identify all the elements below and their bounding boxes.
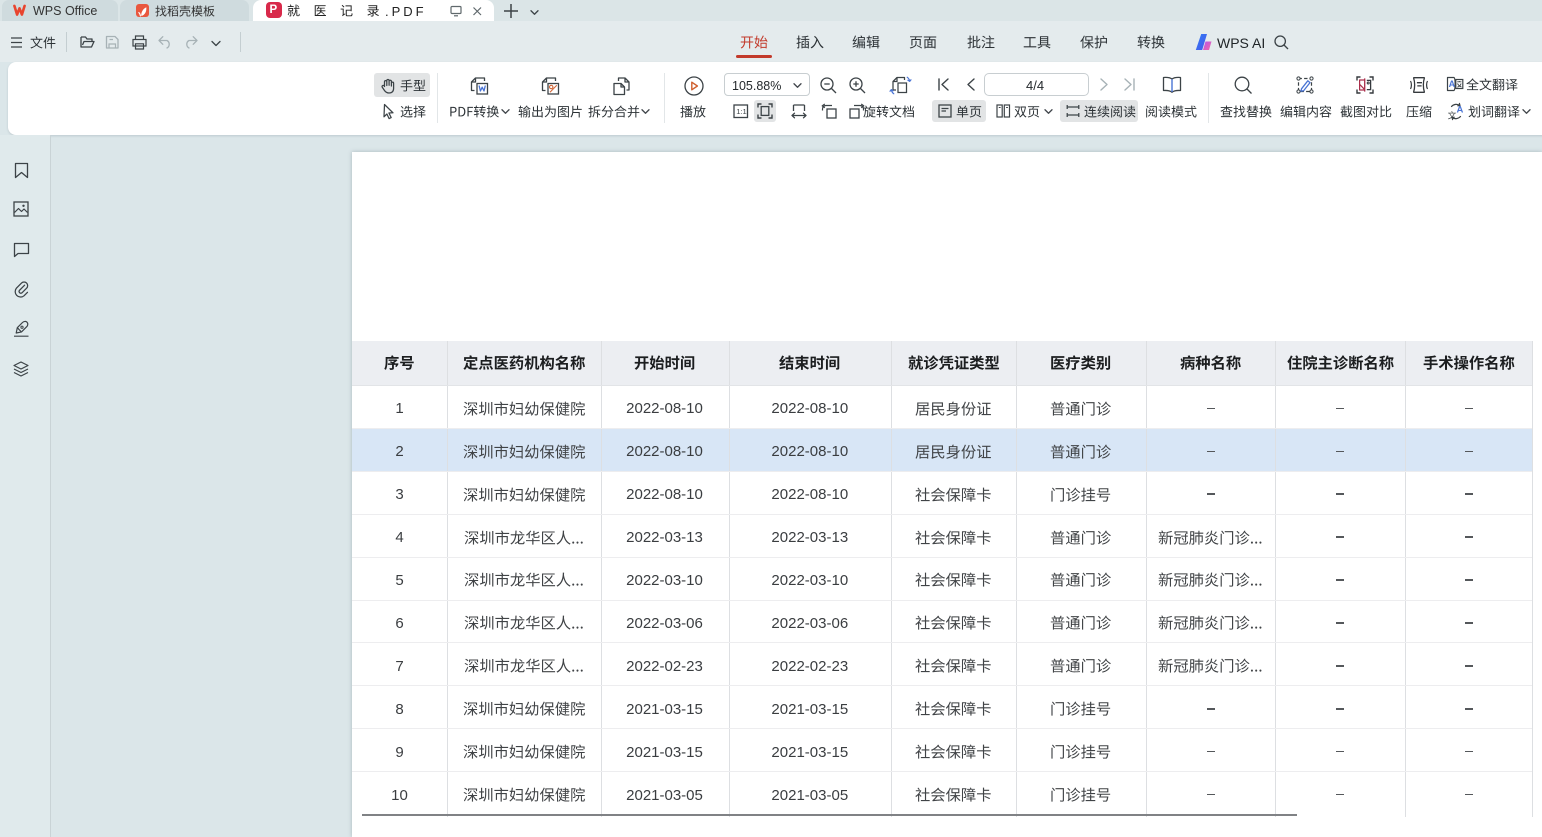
svg-text:A: A — [1449, 79, 1456, 89]
svg-text:A: A — [1457, 104, 1464, 115]
svg-text:1:1: 1:1 — [736, 107, 747, 116]
